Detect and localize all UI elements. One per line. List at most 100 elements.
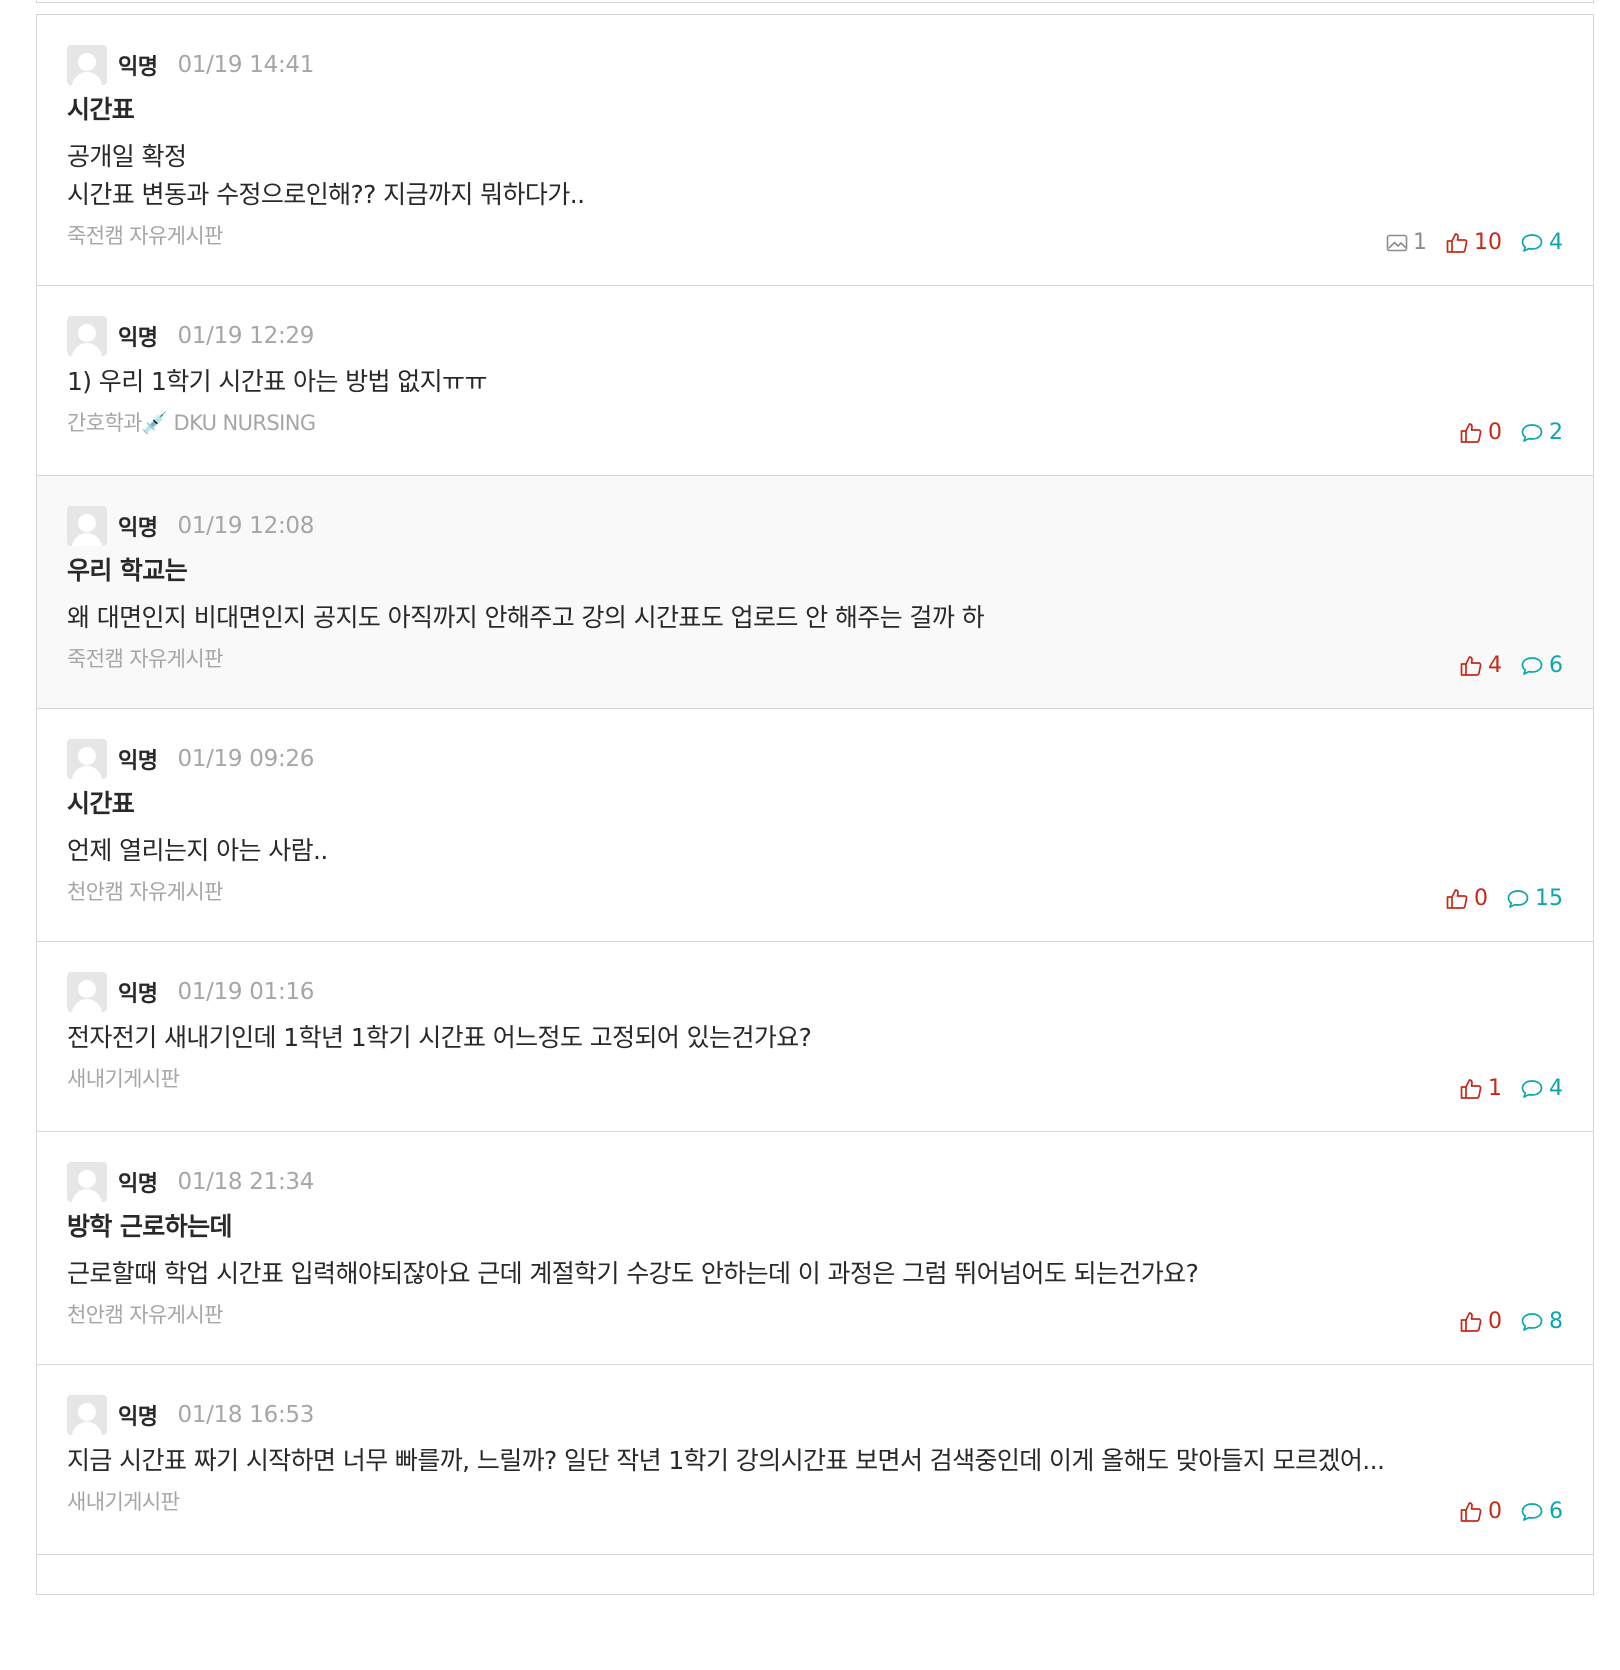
post-meta: 익명 01/18 16:53 <box>67 1395 1563 1435</box>
comment-icon <box>1521 1502 1543 1521</box>
post-time: 01/19 09:26 <box>177 746 315 772</box>
post-item[interactable]: 익명 01/19 14:41 시간표 공개일 확정 시간표 변동과 수정으로인해… <box>36 15 1594 286</box>
post-time: 01/19 12:29 <box>177 323 315 349</box>
avatar <box>67 316 107 356</box>
avatar <box>67 45 107 85</box>
comment-count: 6 <box>1520 1499 1563 1524</box>
comment-count-value: 4 <box>1549 230 1563 255</box>
post-title: 시간표 <box>67 95 135 124</box>
post-body-line: 왜 대면인지 비대면인지 공지도 아직까지 안해주고 강의 시간표도 업로드 안… <box>67 603 985 632</box>
vote-count: 10 <box>1445 230 1502 255</box>
post-title: 방학 근로하는데 <box>67 1212 233 1241</box>
comment-count: 4 <box>1520 1076 1563 1101</box>
thumbs-up-icon <box>1460 1078 1482 1099</box>
comment-icon <box>1521 233 1543 252</box>
board-name[interactable]: 간호학과💉 DKU NURSING <box>67 408 1563 438</box>
post-item[interactable]: 익명 01/19 09:26 시간표 언제 열리는지 아는 사람.. 천안캠 자… <box>36 709 1594 942</box>
board-name[interactable]: 죽전캠 자유게시판 <box>67 644 1563 674</box>
author-name: 익명 <box>118 1405 158 1430</box>
thumbs-up-icon <box>1460 655 1482 676</box>
post-meta: 익명 01/19 01:16 <box>67 972 1563 1012</box>
comment-count-value: 8 <box>1549 1309 1563 1334</box>
vote-count-value: 0 <box>1488 1309 1502 1334</box>
vote-count-value: 0 <box>1474 886 1488 911</box>
thumbs-up-icon <box>1460 1501 1482 1522</box>
post-body: 근로할때 학업 시간표 입력해야되잖아요 근데 계절학기 수강도 안하는데 이 … <box>67 1254 1563 1294</box>
comment-icon <box>1521 423 1543 442</box>
post-body-line: 시간표 변동과 수정으로인해?? 지금까지 뭐하다가.. <box>67 180 585 209</box>
comment-count: 15 <box>1506 886 1563 911</box>
avatar <box>67 1162 107 1202</box>
vote-count: 0 <box>1459 420 1502 445</box>
thumbs-up-icon <box>1446 232 1468 253</box>
image-icon <box>1386 234 1408 251</box>
comment-count-value: 6 <box>1549 653 1563 678</box>
post-body: 1) 우리 1학기 시간표 아는 방법 없지ㅠㅠ <box>67 362 1563 402</box>
comment-icon <box>1521 1079 1543 1098</box>
comment-count-value: 6 <box>1549 1499 1563 1524</box>
post-time: 01/18 16:53 <box>177 1402 315 1428</box>
thumbs-up-icon <box>1460 1311 1482 1332</box>
board-name[interactable]: 죽전캠 자유게시판 <box>67 221 1563 251</box>
post-stats: 4 6 <box>1441 653 1563 678</box>
post-stats: 1 4 <box>1441 1076 1563 1101</box>
vote-count-value: 10 <box>1474 230 1502 255</box>
avatar <box>67 1395 107 1435</box>
post-body-line: 1) 우리 1학기 시간표 아는 방법 없지ㅠㅠ <box>67 367 487 396</box>
comment-count: 6 <box>1520 653 1563 678</box>
post-body-line: 공개일 확정 <box>67 142 187 171</box>
post-body: 공개일 확정 시간표 변동과 수정으로인해?? 지금까지 뭐하다가.. <box>67 137 1563 215</box>
comment-count: 4 <box>1520 230 1563 255</box>
post-meta: 익명 01/19 14:41 <box>67 45 1563 85</box>
post-item[interactable]: 익명 01/18 21:34 방학 근로하는데 근로할때 학업 시간표 입력해야… <box>36 1132 1594 1365</box>
post-meta: 익명 01/19 12:08 <box>67 506 1563 546</box>
post-item[interactable]: 익명 01/19 12:08 우리 학교는 왜 대면인지 비대면인지 공지도 아… <box>36 476 1594 709</box>
post-item[interactable]: 익명 01/19 12:29 1) 우리 1학기 시간표 아는 방법 없지ㅠㅠ … <box>36 286 1594 476</box>
comment-count: 8 <box>1520 1309 1563 1334</box>
comment-icon <box>1521 656 1543 675</box>
vote-count: 0 <box>1459 1499 1502 1524</box>
post-item[interactable]: 익명 01/19 01:16 전자전기 새내기인데 1학년 1학기 시간표 어느… <box>36 942 1594 1132</box>
post-meta: 익명 01/18 21:34 <box>67 1162 1563 1202</box>
image-count: 1 <box>1386 230 1427 255</box>
image-count-value: 1 <box>1413 230 1427 255</box>
post-body-line: 언제 열리는지 아는 사람.. <box>67 836 328 865</box>
vote-count: 4 <box>1459 653 1502 678</box>
comment-count-value: 2 <box>1549 420 1563 445</box>
post-stats: 0 2 <box>1441 420 1563 445</box>
vote-count-value: 1 <box>1488 1076 1502 1101</box>
board-name[interactable]: 새내기게시판 <box>67 1064 1563 1094</box>
board-name[interactable]: 천안캠 자유게시판 <box>67 1300 1563 1330</box>
post-stats: 0 15 <box>1427 886 1563 911</box>
author-name: 익명 <box>118 326 158 351</box>
author-name: 익명 <box>118 749 158 774</box>
avatar <box>67 972 107 1012</box>
author-name: 익명 <box>118 516 158 541</box>
comment-count-value: 4 <box>1549 1076 1563 1101</box>
vote-count-value: 4 <box>1488 653 1502 678</box>
vote-count: 1 <box>1459 1076 1502 1101</box>
vote-count-value: 0 <box>1488 420 1502 445</box>
avatar <box>67 506 107 546</box>
post-time: 01/19 14:41 <box>177 52 315 78</box>
post-item[interactable] <box>36 1555 1594 1595</box>
post-time: 01/18 21:34 <box>177 1169 315 1195</box>
thumbs-up-icon <box>1460 422 1482 443</box>
thumbs-up-icon <box>1446 888 1468 909</box>
previous-post-edge <box>36 0 1594 3</box>
post-title: 시간표 <box>67 789 135 818</box>
post-item[interactable]: 익명 01/18 16:53 지금 시간표 짜기 시작하면 너무 빠를까, 느릴… <box>36 1365 1594 1555</box>
board-name[interactable]: 새내기게시판 <box>67 1487 1563 1517</box>
post-body-line: 지금 시간표 짜기 시작하면 너무 빠를까, 느릴까? 일단 작년 1학기 강의… <box>67 1446 1385 1475</box>
post-meta: 익명 01/19 12:29 <box>67 316 1563 356</box>
avatar <box>67 739 107 779</box>
post-meta: 익명 01/19 09:26 <box>67 739 1563 779</box>
post-list: 익명 01/19 14:41 시간표 공개일 확정 시간표 변동과 수정으로인해… <box>36 14 1594 1595</box>
comment-count-value: 15 <box>1535 886 1563 911</box>
post-stats: 0 6 <box>1441 1499 1563 1524</box>
board-name[interactable]: 천안캠 자유게시판 <box>67 877 1563 907</box>
post-title: 우리 학교는 <box>67 556 188 585</box>
post-body: 전자전기 새내기인데 1학년 1학기 시간표 어느정도 고정되어 있는건가요? <box>67 1018 1563 1058</box>
vote-count: 0 <box>1459 1309 1502 1334</box>
post-body-line: 전자전기 새내기인데 1학년 1학기 시간표 어느정도 고정되어 있는건가요? <box>67 1023 812 1052</box>
